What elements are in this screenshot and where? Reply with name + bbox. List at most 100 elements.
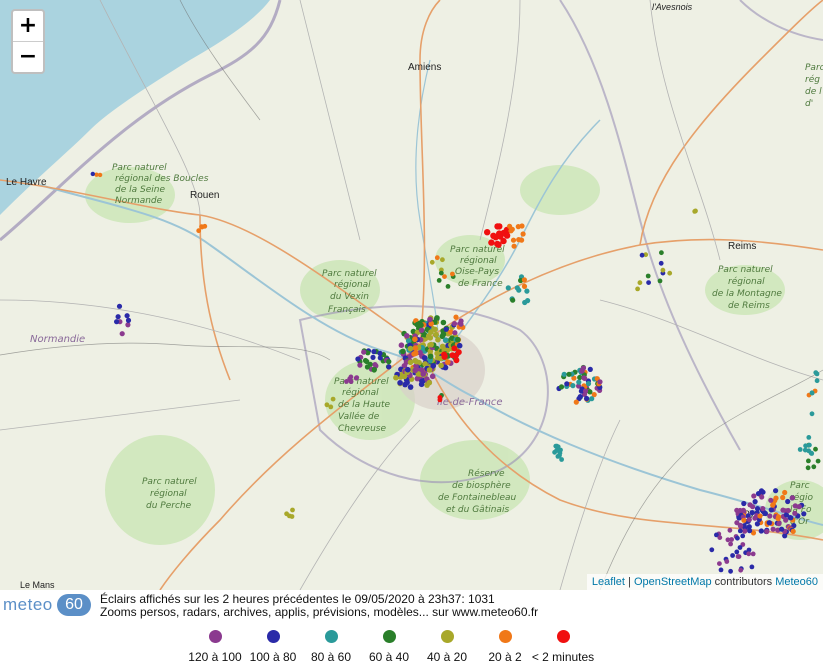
lightning-strike [788,515,794,521]
lightning-strike [456,342,463,349]
legend-dot [324,630,338,643]
map-view[interactable]: Amiens Rouen Le Havre Reims Troyes l'Ave… [0,0,823,590]
lightning-strike [445,359,451,365]
lightning-strike [738,567,744,573]
lightning-strike [579,367,585,373]
lightning-strike [807,442,812,448]
svg-text:régional: régional [150,488,187,499]
lightning-strike [400,348,406,355]
lightning-strike [510,297,516,303]
lightning-strike [125,322,131,328]
lightning-strike [429,373,436,380]
lightning-strike [735,535,740,541]
lightning-strike [430,363,437,369]
lightning-strike [196,228,202,234]
lightning-strike [577,394,583,400]
lightning-strike [495,241,502,248]
lightning-strike [401,373,408,380]
lightning-strike [397,380,403,386]
lightning-strike [759,494,765,500]
lightning-strike [797,447,803,452]
lightning-strike [646,280,651,285]
lightning-strike [751,493,757,499]
lightning-strike [438,270,444,276]
lightning-strike [377,350,383,356]
lightning-strike [514,285,520,291]
lightning-strike [284,511,289,517]
lightning-strike [637,280,643,286]
lightning-strike [587,389,593,395]
lightning-strike [418,381,425,388]
lightning-strike [809,411,815,417]
lightning-strike [760,489,766,495]
lightning-strike [442,337,449,344]
meteo60-logo[interactable]: meteo 60 [0,593,96,619]
svg-text:de la Montagne: de la Montagne [712,289,782,299]
lightning-strike [814,378,820,384]
map-attribution: Leaflet | OpenStreetMap contributors Met… [586,574,823,590]
lightning-strike [330,396,336,402]
lightning-strike [773,495,779,501]
lightning-strike [355,356,361,362]
lightning-strike [585,381,592,387]
lightning-strike [760,506,766,512]
lightning-strike [440,331,447,338]
lightning-strike [115,314,121,320]
attribution-contributors: contributors [711,576,776,588]
lightning-strike [97,172,103,178]
lightning-strike [806,435,812,440]
leaflet-link[interactable]: Leaflet [592,576,625,588]
svg-text:Français: Français [328,305,366,315]
lightning-strike [635,286,640,292]
lightning-strike [557,450,563,456]
legend-dot [208,630,222,643]
lightning-strike [413,358,420,365]
osm-link[interactable]: OpenStreetMap [634,576,712,588]
lightning-strike [750,551,756,557]
zoom-in-button[interactable]: + [13,11,43,41]
lightning-strike [776,521,782,527]
lightning-strike [730,553,735,558]
legend-dot [440,630,454,643]
lightning-strike [558,384,565,390]
lightning-strike [328,404,334,410]
lightning-strike [119,331,125,337]
lightning-strike [811,464,817,470]
lightning-strike [372,362,378,368]
lightning-strike [505,285,511,291]
lightning-strike [749,564,755,570]
lightning-strike [566,371,572,377]
legend-dot [498,630,512,643]
strike-info: Éclairs affichés sur les 2 heures précéd… [100,593,538,619]
lightning-strike [412,336,418,343]
svg-text:régional: régional [728,276,765,287]
lightning-strike [752,499,758,505]
lightning-strike [734,549,740,555]
svg-text:Parc: Parc [790,481,810,491]
svg-text:de biosphère: de biosphère [452,480,511,491]
lightning-strike [779,526,785,532]
meteo60-link[interactable]: Meteo60 [775,576,818,588]
region-label-avesnois: l'Avesnois [652,2,693,12]
lightning-strike [768,507,774,513]
lightning-strike [790,528,796,535]
lightning-strike [458,318,464,324]
legend-dot [382,630,396,643]
svg-text:Parc: Parc [805,63,823,73]
lightning-strike [782,489,788,496]
lightning-strike [747,528,753,534]
lightning-strike [429,259,435,265]
lightning-strike [455,336,461,343]
lightning-strike [773,488,779,494]
lightning-strike [806,458,811,464]
lightning-strike [789,495,796,501]
lightning-strike [440,257,445,263]
city-label-reims: Reims [728,241,756,252]
lightning-strike [412,367,419,374]
lightning-strike [386,364,392,370]
lightning-strike [770,526,776,532]
lightning-strike [573,399,579,405]
zoom-out-button[interactable]: − [13,41,43,72]
promo-text[interactable]: Zooms persos, radars, archives, applis, … [100,606,538,619]
lightning-strike [202,223,208,229]
